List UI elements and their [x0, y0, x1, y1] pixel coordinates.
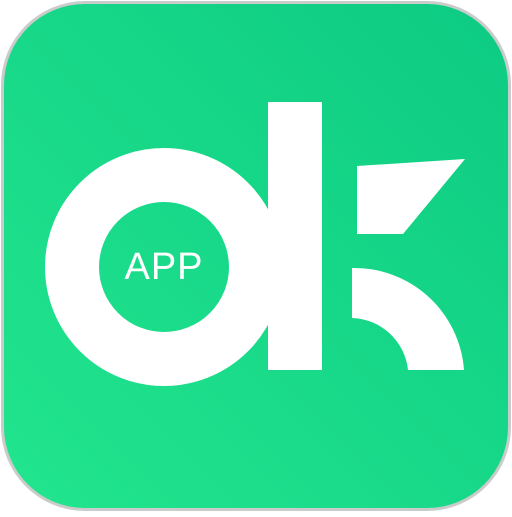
ok-logo-icon — [1, 1, 511, 511]
letter-k-stem — [268, 102, 322, 370]
app-label: APP — [124, 245, 204, 288]
app-icon[interactable]: APP — [0, 0, 512, 512]
